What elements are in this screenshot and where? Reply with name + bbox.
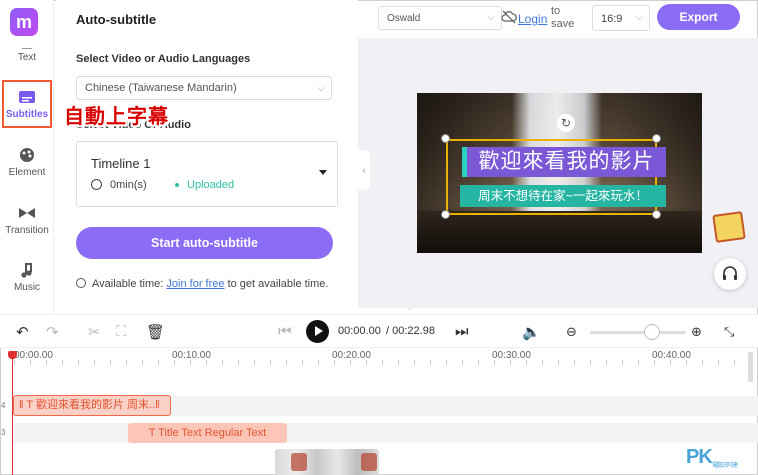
zoom-out-icon[interactable]: ⊖ <box>566 324 577 340</box>
headset-icon <box>723 266 737 280</box>
clock-icon <box>91 179 102 190</box>
video-subtitle-text[interactable]: 周末不想待在家~一起來玩水！ <box>460 185 666 207</box>
ruler-ticks <box>14 360 758 365</box>
current-time: 00:00.00 <box>338 325 381 337</box>
panel-title: Auto-subtitle <box>76 12 157 27</box>
video-frame-thumbnail <box>291 453 307 471</box>
chevron-down-icon: ⌵ <box>635 12 643 23</box>
zoom-slider-track[interactable] <box>590 331 686 334</box>
redo-icon[interactable]: ↷ <box>46 323 59 341</box>
scissors-icon[interactable]: ✂ <box>88 323 101 341</box>
video-title-text[interactable]: 歡迎來看我的影片 <box>462 147 666 177</box>
rail-label-music: Music <box>13 282 41 293</box>
text-icon <box>22 41 32 49</box>
fullscreen-icon[interactable]: ⤡ <box>724 324 734 340</box>
resize-handle-tr[interactable] <box>652 134 661 143</box>
subtitles-highlight-box <box>2 80 52 128</box>
language-label: Select Video or Audio Languages <box>76 53 251 65</box>
trash-icon[interactable]: 🗑 <box>146 323 165 341</box>
start-auto-subtitle-button[interactable]: Start auto-subtitle <box>76 227 333 259</box>
playback-controls: ↶ ↷ ✂ ⛶ 🗑 ⏮ 00:00.00 / 00:22.98 ⏭ 🔈 ⊖ ⊕ … <box>0 314 758 348</box>
watermark: PK 電腦王阿達 <box>686 446 738 469</box>
annotation-overlay-text: 自動上字幕 <box>64 106 169 128</box>
text-track <box>14 423 758 443</box>
caret-down-icon[interactable] <box>319 170 327 175</box>
watermark-main: PK <box>686 446 713 468</box>
chevron-down-icon: ⌵ <box>317 83 325 94</box>
rail-label-text: Text <box>17 52 37 63</box>
status-dot-icon <box>175 183 179 187</box>
rail-item-text[interactable]: Text <box>0 41 54 63</box>
timeline-duration: 0min(s) <box>110 179 147 191</box>
track-number: 3 <box>1 428 6 437</box>
login-link[interactable]: Login <box>518 12 547 26</box>
collapse-panel-handle[interactable]: ‹ <box>358 150 370 190</box>
transition-icon <box>19 208 35 218</box>
rail-label-transition: Transition <box>5 225 49 236</box>
track-number: 4 <box>1 401 6 410</box>
volume-icon[interactable]: 🔈 <box>522 323 541 341</box>
timeline-ruler[interactable]: 00:00.00 00:10.00 00:20.00 00:30.00 00:4… <box>0 348 758 365</box>
music-note-icon <box>21 263 32 278</box>
rail-item-music[interactable]: Music <box>0 261 54 293</box>
resize-handle-bl[interactable] <box>441 210 450 219</box>
chevron-down-icon: ⌵ <box>487 12 495 23</box>
rail-item-transition[interactable]: Transition <box>0 204 54 236</box>
language-select[interactable]: Chinese (Taiwanese Mandarin) ⌵ <box>76 76 332 100</box>
watermark-sub: 電腦王阿達 <box>712 463 738 469</box>
element-icon <box>20 148 34 162</box>
undo-icon[interactable]: ↶ <box>16 323 29 341</box>
video-frame-thumbnail <box>361 453 377 471</box>
export-button[interactable]: Export <box>657 4 740 30</box>
playhead-handle[interactable] <box>8 351 17 359</box>
rail-item-element[interactable]: Element <box>0 146 54 178</box>
timeline-select-card[interactable]: Timeline 1 0min(s) Uploaded <box>76 141 338 207</box>
total-time: / 00:22.98 <box>386 325 435 337</box>
available-time-prefix: Available time: <box>92 278 164 290</box>
playhead-line[interactable] <box>12 352 13 475</box>
rail-label-element: Element <box>8 167 46 178</box>
resize-handle-br[interactable] <box>652 210 661 219</box>
zoom-slider-knob[interactable] <box>644 324 660 340</box>
timeline-scrollbar[interactable] <box>748 352 753 382</box>
to-save-text: to save <box>551 5 575 30</box>
font-select[interactable]: Oswald ⌵ <box>378 6 502 30</box>
skip-forward-icon[interactable]: ⏭ <box>455 323 469 340</box>
skip-back-icon[interactable]: ⏮ <box>278 323 292 340</box>
available-time-suffix: to get available time. <box>227 278 329 290</box>
cloud-offline-icon <box>501 10 517 24</box>
text-clip[interactable]: T Title Text Regular Text <box>128 423 287 443</box>
font-value: Oswald <box>387 13 421 24</box>
timeline-name: Timeline 1 <box>91 156 151 171</box>
left-rail: m Text Subtitles Element Transition Musi… <box>0 0 54 318</box>
video-clip[interactable] <box>275 449 379 475</box>
upload-status: Uploaded <box>187 179 235 191</box>
zoom-in-icon[interactable]: ⊕ <box>691 324 702 340</box>
app-logo[interactable]: m <box>10 8 38 36</box>
subtitle-clip[interactable]: ‖ T 歡迎來看我的影片 周末..‖ <box>13 395 171 416</box>
play-button[interactable] <box>306 320 329 343</box>
aspect-ratio-select[interactable]: 16:9 ⌵ <box>592 5 650 31</box>
notepad-icon[interactable] <box>712 211 746 243</box>
aspect-ratio-value: 16:9 <box>601 13 623 25</box>
language-value: Chinese (Taiwanese Mandarin) <box>85 82 237 94</box>
available-time-note: Available time: Join for free to get ava… <box>76 278 328 290</box>
support-headset-button[interactable] <box>714 258 746 290</box>
clock-icon <box>76 278 86 288</box>
resize-handle-tl[interactable] <box>441 134 450 143</box>
crop-icon[interactable]: ⛶ <box>116 323 127 340</box>
rotate-icon[interactable]: ↻ <box>557 114 575 132</box>
auto-subtitle-panel: Auto-subtitle Select Video or Audio Lang… <box>56 0 412 318</box>
join-for-free-link[interactable]: Join for free <box>166 278 224 290</box>
